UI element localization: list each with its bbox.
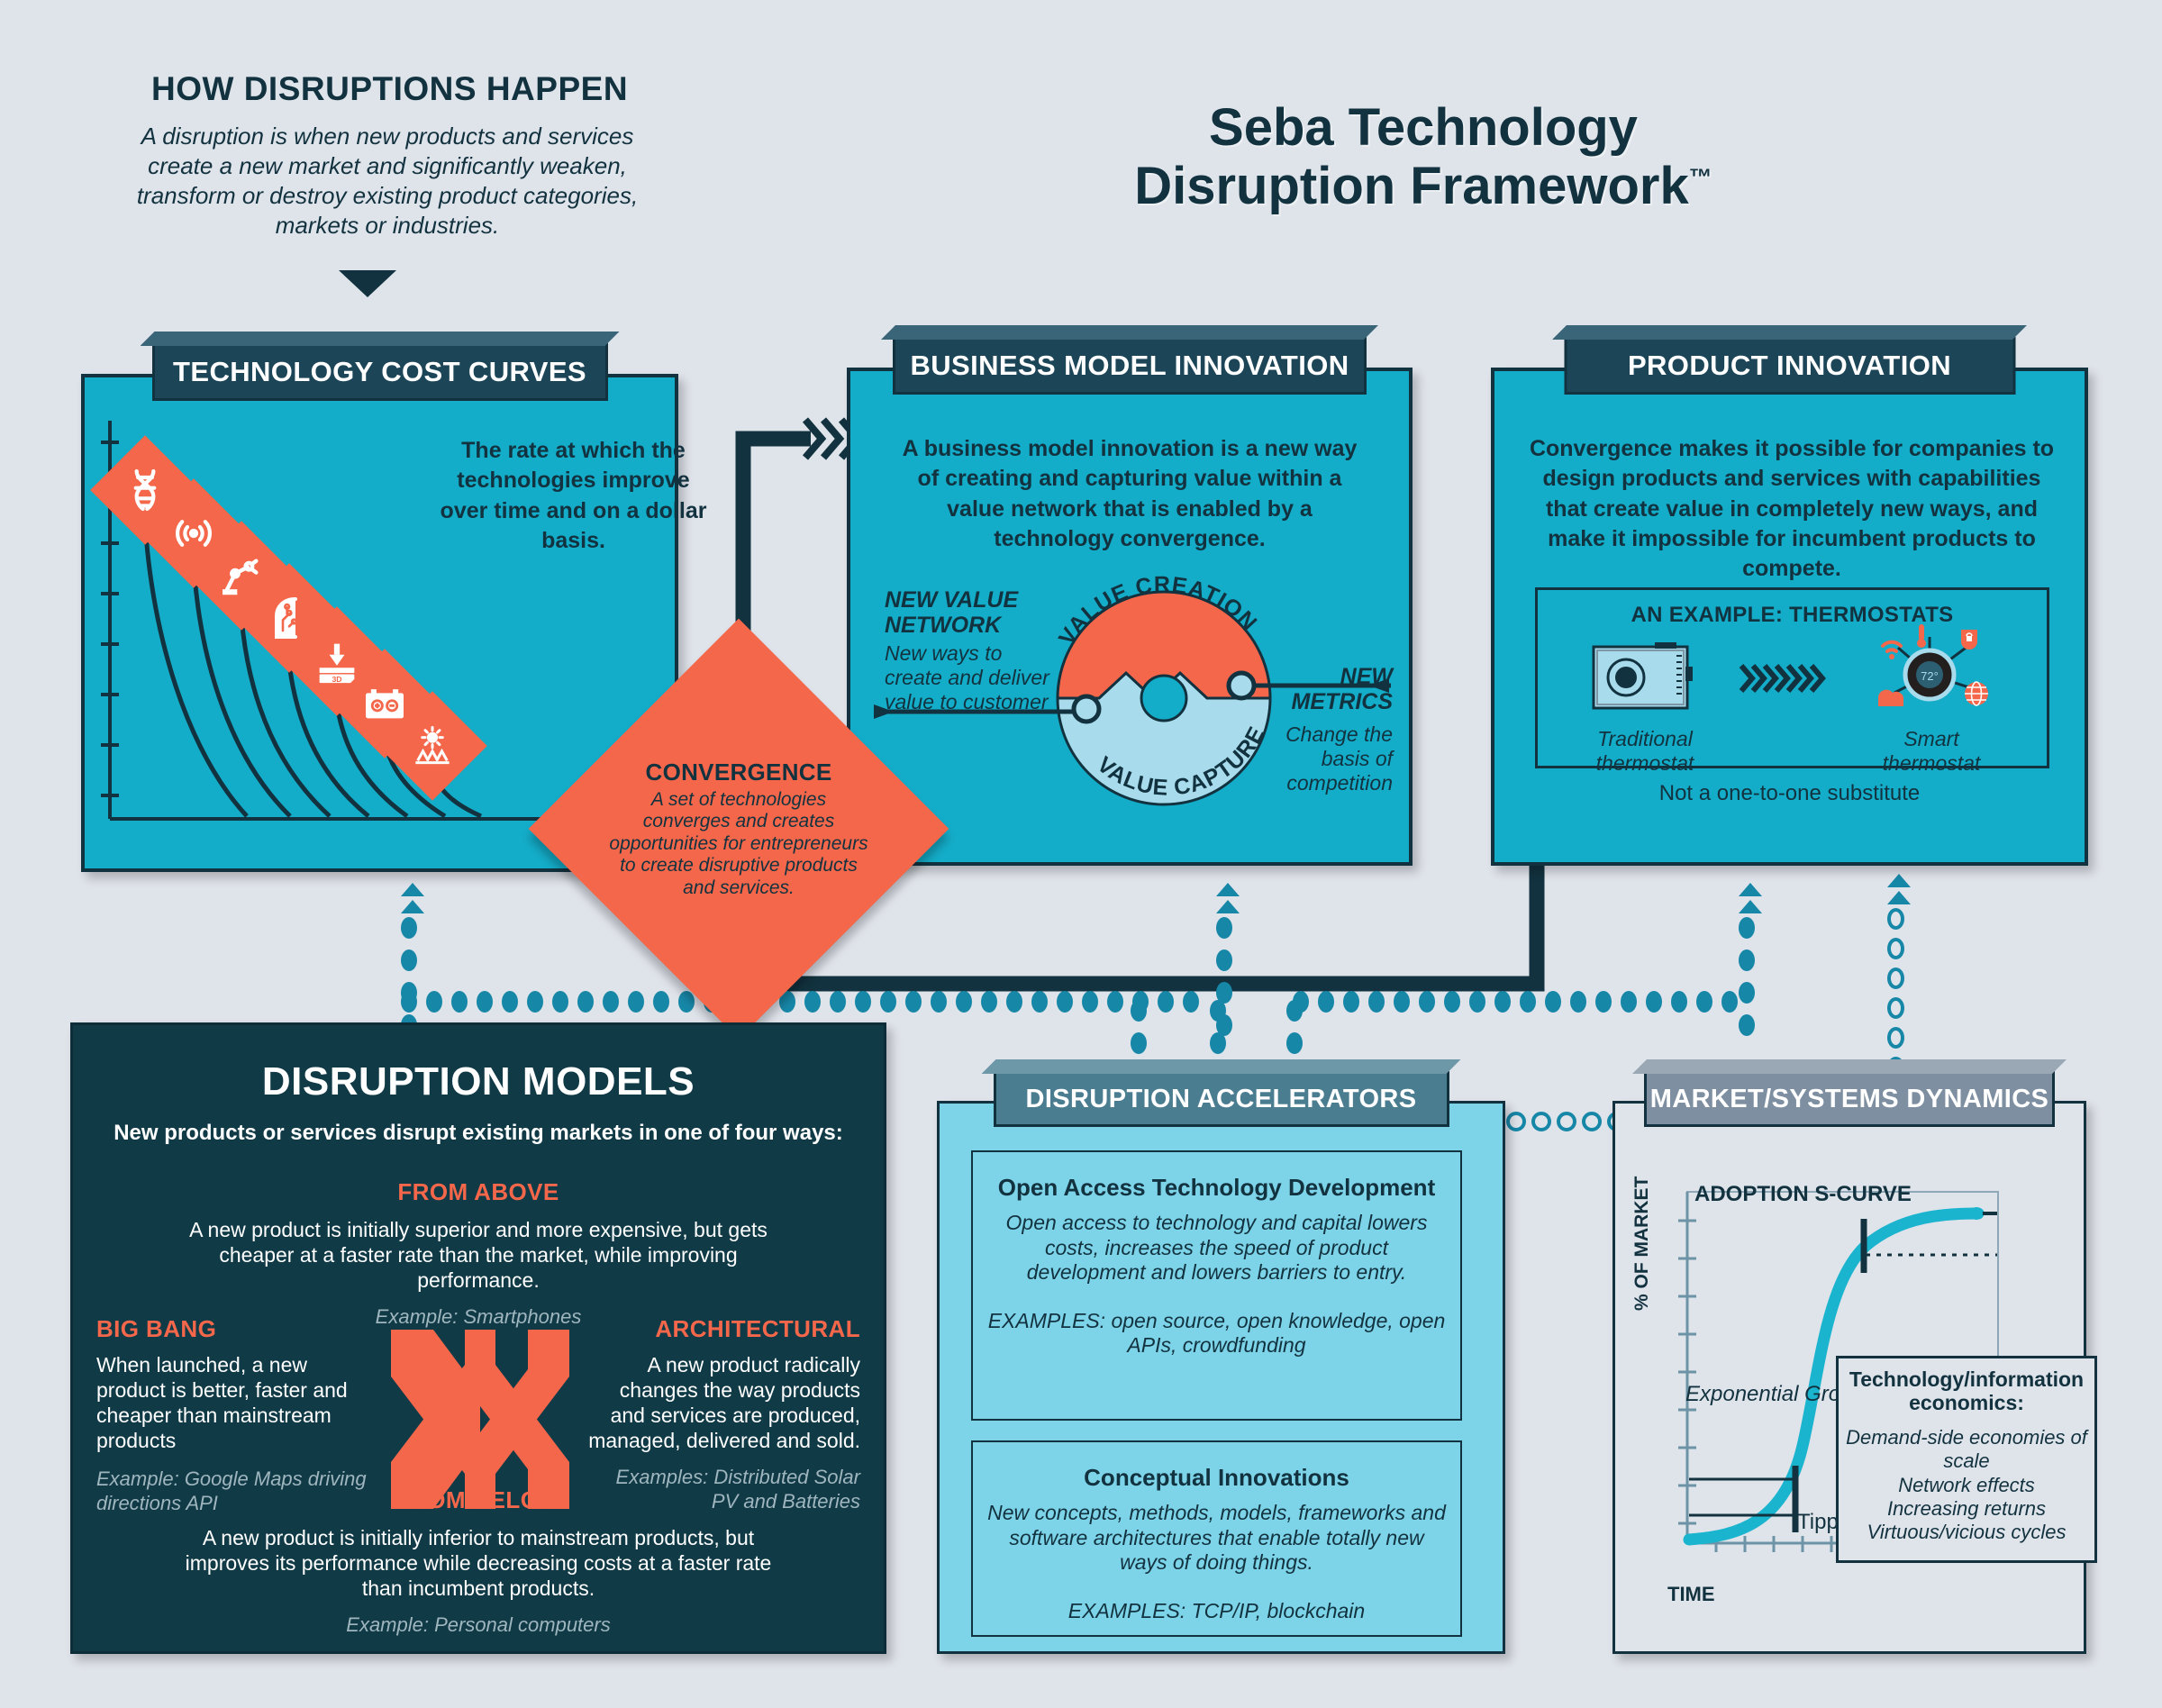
card-examples: EXAMPLES: open source, open knowledge, o…	[987, 1308, 1446, 1358]
tab-market-systems-dynamics[interactable]: MARKET/SYSTEMS DYNAMICS	[1644, 1071, 2055, 1127]
tab-label: PRODUCT INNOVATION	[1627, 350, 1952, 381]
new-value-network-heading: NEW VALUE NETWORK	[885, 587, 1019, 638]
panel-product-innovation: PRODUCT INNOVATION Convergence makes it …	[1491, 368, 2088, 866]
3d-label: 3D	[332, 675, 341, 684]
dotted-connector-market-up	[1739, 883, 1762, 1047]
panel-business-model-innovation: BUSINESS MODEL INNOVATION A business mod…	[847, 368, 1413, 866]
card-body: Open access to technology and capital lo…	[1005, 1211, 1428, 1285]
panel-market-systems-dynamics: MARKET/SYSTEMS DYNAMICS % OF MARKET ADOP…	[1612, 1101, 2097, 1654]
model-body: A new product is initially inferior to m…	[185, 1526, 772, 1601]
smart-thermostat-icon: 72°	[1877, 624, 1988, 706]
model-heading: FROM BELOW	[395, 1486, 562, 1513]
thermostat-example-box: AN EXAMPLE: THERMOSTATS Traditional ther…	[1535, 587, 2049, 775]
how-disruptions-description: A disruption is when new products and se…	[136, 123, 639, 240]
tab-product-innovation[interactable]: PRODUCT INNOVATION	[1564, 337, 2015, 395]
tab-label: DISRUPTION ACCELERATORS	[1025, 1084, 1417, 1113]
economics-heading: Technology/information economics:	[1849, 1367, 2085, 1415]
economics-list: Demand-side economies of scale Network e…	[1846, 1425, 2087, 1544]
model-body: A new product radically changes the way …	[588, 1353, 860, 1453]
dotted-row-left	[401, 991, 1208, 1013]
product-footnote: Not a one-to-one substitute	[1658, 781, 1921, 805]
card-examples: EXAMPLES: TCP/IP, blockchain	[1067, 1598, 1366, 1622]
model-heading: FROM ABOVE	[397, 1178, 559, 1205]
convergence-diamond: CONVERGENCE A set of technologies conver…	[528, 618, 949, 1040]
tab-disruption-accelerators[interactable]: DISRUPTION ACCELERATORS	[994, 1071, 1449, 1127]
chevron-right-icon-thermostat	[1739, 664, 1826, 693]
tab-business-model-innovation[interactable]: BUSINESS MODEL INNOVATION	[893, 337, 1367, 395]
solar-panel-icon	[415, 725, 450, 765]
economics-callout-box: Technology/information economics: Demand…	[1836, 1356, 2097, 1563]
card-body: New concepts, methods, models, framework…	[987, 1501, 1446, 1575]
adoption-s-curve-chart: % OF MARKET ADOPTION S-CURVE Exponential…	[1631, 1176, 2097, 1626]
dotted-row-right	[1293, 991, 1747, 1013]
accelerator-card-open-access: Open Access Technology Development Open …	[971, 1150, 1462, 1421]
accelerator-card-conceptual: Conceptual Innovations New concepts, met…	[971, 1440, 1462, 1637]
smart-thermostat-label: Smart thermostat	[1882, 727, 1981, 775]
wheel-connectors	[874, 678, 1391, 719]
model-body: When launched, a new product is better, …	[96, 1353, 348, 1453]
disruption-models-title: DISRUPTION MODELS	[261, 1059, 695, 1104]
chart-curve-label: ADOPTION S-CURVE	[1694, 1182, 1912, 1206]
tab-label: MARKET/SYSTEMS DYNAMICS	[1649, 1084, 2049, 1113]
convergence-description: A set of technologies converges and crea…	[609, 789, 868, 898]
bmi-note: A business model innovation is a new way…	[902, 436, 1358, 551]
model-from-below: FROM BELOW A new product is initially in…	[163, 1486, 794, 1638]
card-heading: Open Access Technology Development	[997, 1174, 1436, 1201]
chart-xlabel: TIME	[1667, 1583, 1715, 1605]
model-body: A new product is initially superior and …	[189, 1218, 768, 1293]
how-disruptions-title: HOW DISRUPTIONS HAPPEN	[151, 70, 629, 107]
model-big-bang: BIG BANG When launched, a new product is…	[96, 1315, 367, 1515]
model-heading: ARCHITECTURAL	[655, 1315, 860, 1342]
card-heading: Conceptual Innovations	[1084, 1464, 1349, 1491]
model-architectural: ARCHITECTURAL A new product radically ch…	[588, 1315, 860, 1513]
smart-thermostat-temp: 72°	[1921, 669, 1939, 683]
page-title-line1: Seba Technology	[1209, 98, 1638, 157]
convergence-title: CONVERGENCE	[645, 759, 832, 786]
chart-ylabel: % OF MARKET	[1631, 1176, 1652, 1311]
tech-cost-note: The rate at which the technologies impro…	[440, 438, 707, 553]
panel-disruption-accelerators: DISRUPTION ACCELERATORS Open Access Tech…	[937, 1101, 1505, 1654]
model-heading: BIG BANG	[96, 1315, 217, 1342]
model-example: Example: Personal computers	[346, 1613, 611, 1637]
disruption-models-subtitle: New products or services disrupt existin…	[114, 1121, 843, 1145]
tab-label: BUSINESS MODEL INNOVATION	[910, 350, 1349, 381]
traditional-thermostat-label: Traditional thermostat	[1595, 727, 1694, 775]
page-title: Seba Technology Disruption Framework™	[1063, 98, 1784, 216]
panel-disruption-models: DISRUPTION MODELS New products or servic…	[70, 1022, 886, 1654]
model-from-above: FROM ABOVE A new product is initially su…	[177, 1178, 780, 1330]
traditional-thermostat-icon	[1592, 642, 1693, 710]
product-note: Convergence makes it possible for compan…	[1529, 436, 2055, 581]
down-arrow-icon	[339, 270, 396, 297]
page-title-line2: Disruption Framework	[1134, 156, 1689, 215]
trademark-symbol: ™	[1688, 163, 1712, 191]
dna-icon	[133, 468, 157, 512]
